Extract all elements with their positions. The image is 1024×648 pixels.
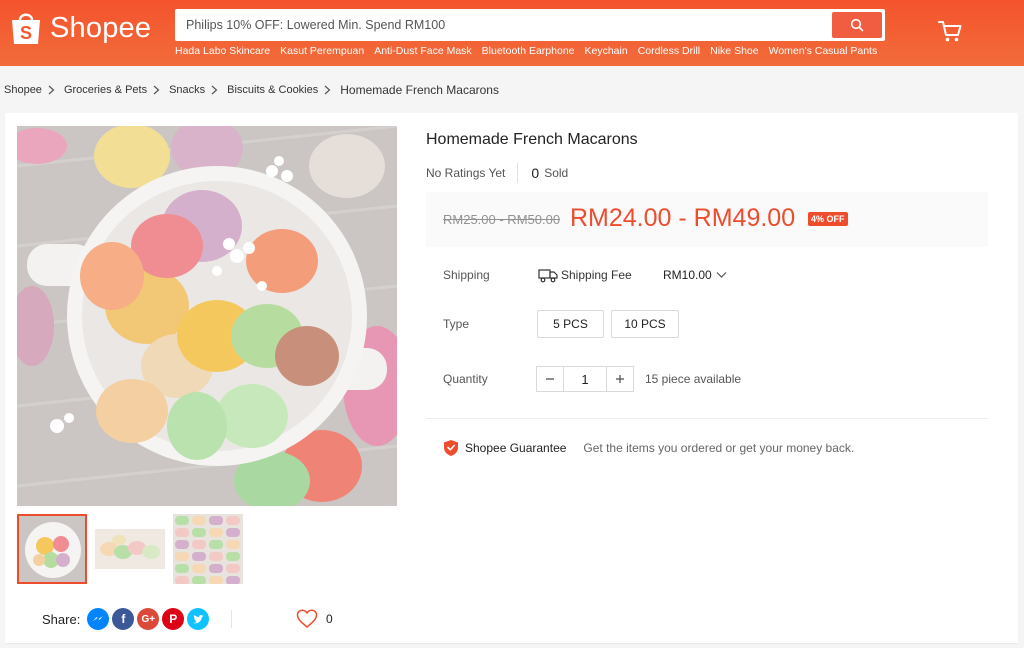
shipping-label: Shipping xyxy=(443,268,490,282)
price-box: RM25.00 - RM50.00 RM24.00 - RM49.00 4% O… xyxy=(426,192,988,247)
chevron-down-icon xyxy=(716,272,727,278)
twitter-icon[interactable] xyxy=(187,608,210,630)
shield-icon xyxy=(444,440,458,456)
search-icon xyxy=(850,18,864,32)
shipping-fee-dropdown[interactable]: RM10.00 xyxy=(663,268,727,282)
like-count: 0 xyxy=(326,611,333,626)
breadcrumb: Shopee Groceries & Pets Snacks Biscuits … xyxy=(4,81,499,99)
guarantee-text: Get the items you ordered or get your mo… xyxy=(583,441,855,455)
discount-badge: 4% OFF xyxy=(808,212,848,226)
sold-count: 0 xyxy=(531,165,540,181)
variant-option[interactable]: 10 PCS xyxy=(611,310,679,338)
search-suggestion[interactable]: Hada Labo Skincare xyxy=(175,45,270,57)
decrease-quantity-button[interactable] xyxy=(537,367,563,391)
search-suggestion[interactable]: Keychain xyxy=(585,45,628,57)
thumbnail-image[interactable] xyxy=(17,514,87,584)
search-bar xyxy=(175,9,885,41)
shopping-bag-logo-icon: S xyxy=(10,10,42,46)
chevron-right-icon xyxy=(211,84,221,96)
header: S Shopee Hada Labo Skincare Kasut Peremp… xyxy=(0,0,1024,66)
search-suggestion[interactable]: Bluetooth Earphone xyxy=(482,45,575,57)
divider xyxy=(426,418,988,419)
product-stats: No Ratings Yet 0 Sold xyxy=(426,163,568,183)
thumbnail-image[interactable] xyxy=(173,514,243,584)
like-button[interactable]: 0 xyxy=(296,609,333,628)
ratings-text[interactable]: No Ratings Yet xyxy=(426,166,505,180)
variant-option[interactable]: 5 PCS xyxy=(537,310,604,338)
breadcrumb-item[interactable]: Shopee xyxy=(4,84,42,96)
thumbnail-image[interactable] xyxy=(95,514,165,584)
pinterest-icon[interactable]: P xyxy=(162,608,185,630)
thumbnail-strip xyxy=(17,514,243,584)
logo-text: Shopee xyxy=(50,11,152,44)
share-row: Share: f G+ P xyxy=(42,608,210,630)
search-suggestion[interactable]: Nike Shoe xyxy=(710,45,758,57)
search-suggestion[interactable]: Kasut Perempuan xyxy=(280,45,364,57)
minus-icon xyxy=(546,378,554,380)
guarantee-title: Shopee Guarantee xyxy=(465,441,567,455)
cart-icon[interactable] xyxy=(937,18,963,44)
search-input[interactable] xyxy=(175,9,831,41)
increase-quantity-button[interactable] xyxy=(607,367,633,391)
type-label: Type xyxy=(443,317,470,331)
google-plus-icon[interactable]: G+ xyxy=(137,608,160,630)
shopee-logo[interactable]: S Shopee xyxy=(10,10,151,46)
breadcrumb-item[interactable]: Biscuits & Cookies xyxy=(227,84,318,96)
search-suggestion[interactable]: Cordless Drill xyxy=(638,45,700,57)
chevron-right-icon xyxy=(324,84,334,96)
shipping-fee-value: RM10.00 xyxy=(663,268,712,282)
truck-icon xyxy=(538,267,558,288)
quantity-input[interactable]: 1 xyxy=(563,367,607,391)
breadcrumb-item[interactable]: Groceries & Pets xyxy=(64,84,147,96)
chevron-right-icon xyxy=(153,84,163,96)
search-suggestion[interactable]: Anti-Dust Face Mask xyxy=(374,45,471,57)
original-price: RM25.00 - RM50.00 xyxy=(443,212,561,227)
share-label: Share: xyxy=(42,611,81,627)
heart-icon xyxy=(296,609,318,628)
divider xyxy=(517,163,519,183)
messenger-icon[interactable] xyxy=(87,608,110,630)
chevron-right-icon xyxy=(48,84,58,96)
search-suggestions: Hada Labo Skincare Kasut Perempuan Anti-… xyxy=(175,45,877,57)
stock-available: 15 piece available xyxy=(645,372,742,386)
shopee-guarantee[interactable]: Shopee Guarantee Get the items you order… xyxy=(443,439,854,457)
search-suggestion[interactable]: Women's Casual Pants xyxy=(769,45,878,57)
current-price: RM24.00 - RM49.00 xyxy=(570,204,796,232)
breadcrumb-item[interactable]: Snacks xyxy=(169,84,205,96)
product-main-image[interactable] xyxy=(17,126,397,506)
divider xyxy=(231,610,232,628)
product-title: Homemade French Macarons xyxy=(426,131,638,148)
breadcrumb-current: Homemade French Macarons xyxy=(340,83,499,97)
facebook-icon[interactable]: f xyxy=(112,608,135,630)
search-button[interactable] xyxy=(832,12,882,38)
shipping-fee-label: Shipping Fee xyxy=(561,268,632,282)
svg-text:S: S xyxy=(20,23,32,43)
sold-label: Sold xyxy=(544,166,569,180)
plus-icon xyxy=(616,375,624,383)
quantity-label: Quantity xyxy=(443,372,488,386)
quantity-stepper: 1 xyxy=(536,366,634,392)
